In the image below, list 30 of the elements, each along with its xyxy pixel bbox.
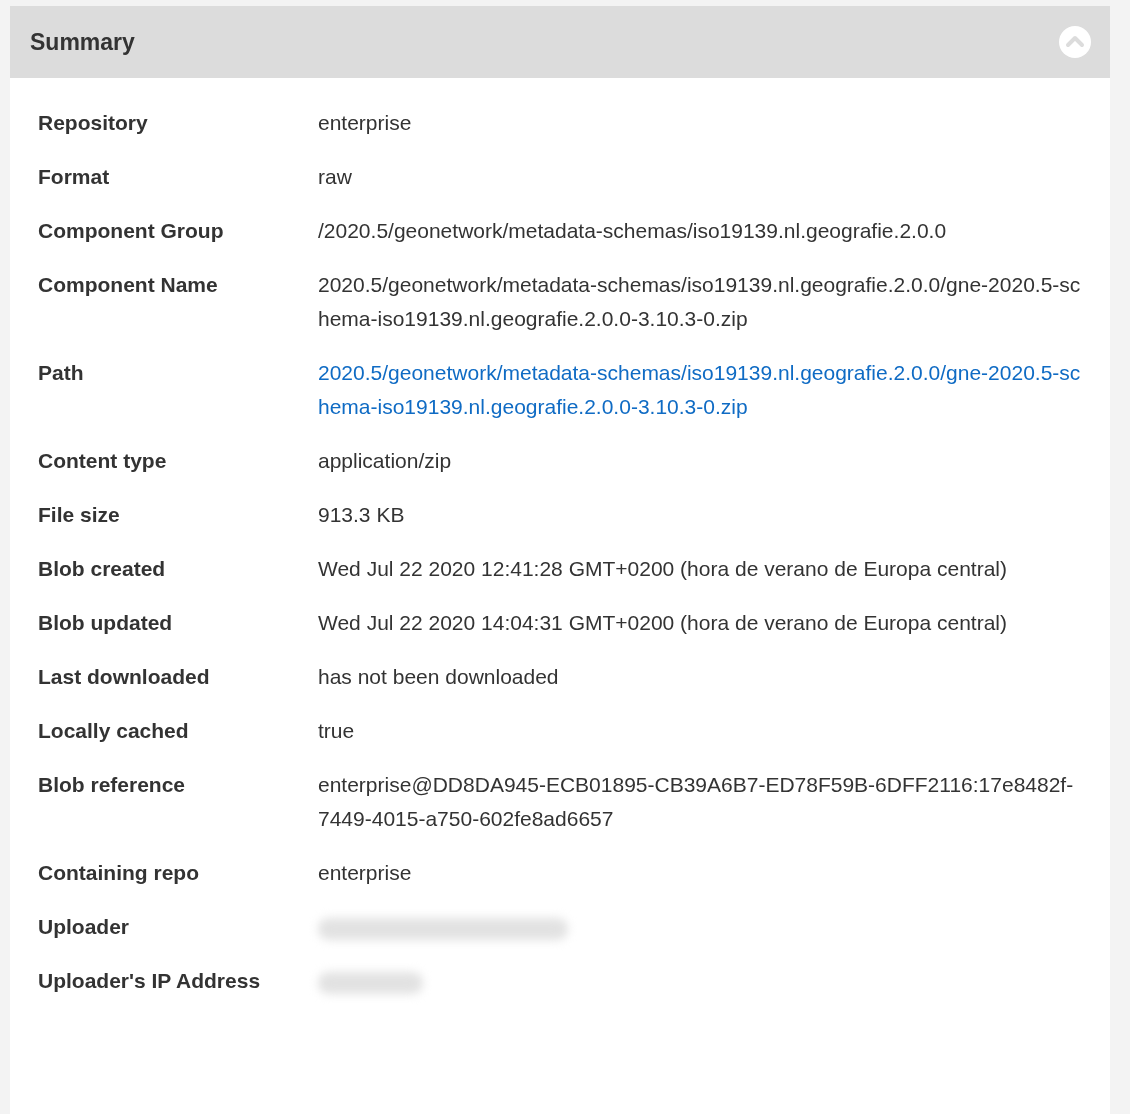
- field-label: Blob updated: [38, 610, 174, 636]
- field-label: Containing repo: [38, 860, 200, 886]
- field-label: Content type: [38, 448, 168, 474]
- field-label: Format: [38, 164, 111, 190]
- panel-title: Summary: [30, 28, 135, 56]
- field-label: File size: [38, 502, 121, 528]
- field-label: Locally cached: [38, 718, 190, 744]
- field-value: Wed Jul 22 2020 14:04:31 GMT+0200 (hora de verano de Europa central): [318, 610, 1008, 636]
- field-label: Blob created: [38, 556, 167, 582]
- field-label: Uploader: [38, 914, 130, 940]
- field-value: has not been downloaded: [318, 664, 560, 690]
- field-value: enterprise@DD8DA945-ECB01895-CB39A6B7-ED78F59B-6DFF2116:17e8482f-7449-4015-a750-602fe8ad6657: [318, 772, 1075, 832]
- field-label: Last downloaded: [38, 664, 211, 690]
- field-value: Wed Jul 22 2020 12:41:28 GMT+0200 (hora de verano de Europa central): [318, 556, 1008, 582]
- field-label: Uploader's IP Address: [38, 968, 262, 994]
- field-value: /2020.5/geonetwork/metadata-schemas/iso19139.nl.geografie.2.0.0: [318, 218, 948, 244]
- field-value: enterprise: [318, 110, 413, 136]
- collapse-icon[interactable]: [1058, 25, 1092, 59]
- field-label: Repository: [38, 110, 149, 136]
- path-link[interactable]: 2020.5/geonetwork/metadata-schemas/iso19139.nl.geografie.2.0.0/gne-2020.5-schema-iso19139.nl.geografie.2.0.0-3.10.3-0.zip: [318, 356, 1082, 424]
- field-label: Path: [38, 360, 85, 386]
- field-label: Blob reference: [38, 772, 187, 798]
- field-value: 913.3 KB: [318, 502, 406, 528]
- field-value: 2020.5/geonetwork/metadata-schemas/iso19139.nl.geografie.2.0.0/gne-2020.5-schema-iso19139.nl.geografie.2.0.0-3.10.3-0.zip: [318, 272, 1082, 332]
- field-value: application/zip: [318, 448, 453, 474]
- field-label: Component Name: [38, 272, 219, 298]
- field-value: enterprise: [318, 860, 413, 886]
- field-value: true: [318, 718, 356, 744]
- field-value: raw: [318, 164, 353, 190]
- field-label: Component Group: [38, 218, 225, 244]
